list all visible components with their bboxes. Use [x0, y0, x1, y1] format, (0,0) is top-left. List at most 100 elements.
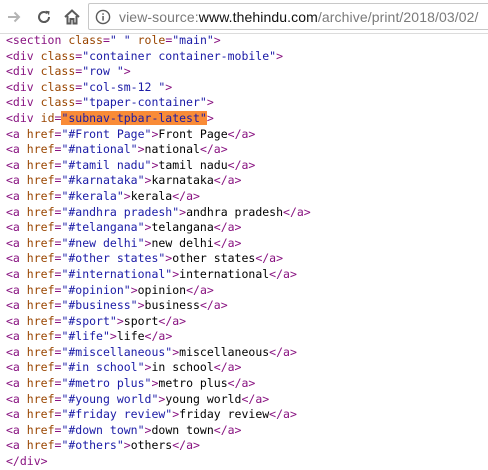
attribute-value: "main": [172, 33, 214, 47]
source-line-link: <a href="#young world">young world</a>: [6, 391, 270, 406]
source-line: <div class="container container-mobile">: [6, 48, 284, 63]
link-text: Front Page: [158, 126, 228, 141]
attribute-value: " ": [109, 33, 131, 47]
source-line-link: <a href="#sport">sport</a>: [6, 313, 187, 328]
closing-tag: </div>: [6, 454, 48, 469]
source-line: </div>: [6, 454, 488, 470]
tag-name: <div: [6, 64, 34, 79]
attribute-value: "tpaper-container": [82, 95, 207, 110]
source-line: <div class="col-sm-12 ">: [6, 79, 173, 94]
href-value: "#opinion": [61, 282, 131, 297]
link-text: telangana: [151, 220, 214, 235]
link-text: friday review: [179, 407, 270, 422]
link-text: life: [116, 329, 145, 344]
source-line-link: <a href="#metro plus">metro plus</a>: [6, 376, 256, 391]
href-value: "#karnataka": [61, 173, 145, 188]
attribute-name: id: [40, 110, 55, 125]
link-text: in school: [151, 360, 214, 375]
source-line-link: <a href="#Front Page">Front Page</a>: [6, 126, 256, 141]
source-line: <div class="tpaper-container">: [6, 95, 214, 110]
source-line-link: <a href="#national">national</a>: [6, 142, 228, 157]
href-value: "#life": [61, 329, 110, 344]
source-line-link: <a href="#others">others</a>: [6, 438, 200, 453]
link-text: international: [179, 266, 270, 281]
href-value: "#telangana": [61, 220, 145, 235]
url-scheme: view-source:: [119, 8, 199, 25]
source-line-link: <a href="#telangana">telangana</a>: [6, 220, 242, 235]
tag-name: <div: [6, 48, 34, 63]
source-line-link: <a href="#down town">down town</a>: [6, 422, 242, 437]
href-value: "#young world": [61, 391, 159, 406]
href-value: "#in school": [61, 360, 145, 375]
link-text: national: [144, 142, 200, 157]
href-value: "#down town": [61, 422, 145, 437]
href-value: "#international": [61, 266, 173, 281]
source-line-link: <a href="#miscellaneous">miscellaneous</…: [6, 344, 297, 359]
href-value: "#Front Page": [61, 126, 152, 141]
url-text: view-source:www.thehindu.com/archive/pri…: [119, 9, 478, 25]
href-value: "#others": [61, 438, 124, 453]
source-line-link: <a href="#new delhi">new delhi</a>: [6, 235, 242, 250]
source-line-link: <a href="#opinion">opinion</a>: [6, 282, 214, 297]
attribute-value: "row ": [82, 64, 124, 79]
link-text: metro plus: [158, 376, 228, 391]
url-path: /archive/print/2018/03/02/: [317, 8, 479, 25]
source-line-link: <a href="#other states">other states</a>: [6, 251, 284, 266]
attribute-value: "container container-mobile": [82, 48, 277, 63]
source-line-link: <a href="#friday review">friday review</…: [6, 407, 297, 422]
href-value: "#kerala": [61, 188, 124, 203]
source-line-link: <a href="#in school">in school</a>: [6, 360, 242, 375]
href-value: "#tamil nadu": [61, 157, 152, 172]
reload-icon[interactable]: [33, 6, 55, 28]
link-text: miscellaneous: [179, 344, 270, 359]
href-value: "#sport": [61, 313, 117, 328]
href-value: "#andhra pradesh": [61, 204, 180, 219]
href-value: "#metro plus": [61, 376, 152, 391]
link-text: andhra pradesh: [186, 204, 284, 219]
link-text: business: [144, 298, 200, 313]
href-value: "#new delhi": [61, 235, 145, 250]
tag-name: <div: [6, 79, 34, 94]
href-value: "#other states": [61, 251, 166, 266]
source-line-link: <a href="#international">international</…: [6, 266, 297, 281]
tag-name: <div: [6, 95, 34, 110]
source-line-link: <a href="#business">business</a>: [6, 298, 228, 313]
source-line-link: <a href="#kerala">kerala</a>: [6, 188, 200, 203]
source-code-view: <section class=" " role="main"> <div clas…: [6, 33, 488, 470]
attribute-name: class: [40, 64, 76, 79]
attribute-name: role: [137, 33, 166, 47]
source-line: <div class="row ">: [6, 64, 131, 79]
source-line: <section class=" " role="main">: [6, 33, 221, 47]
link-text: down town: [151, 422, 214, 437]
attribute-name: class: [40, 79, 76, 94]
link-text: kerala: [130, 188, 173, 203]
link-text: sport: [123, 313, 159, 328]
attribute-value: "col-sm-12 ": [82, 79, 166, 94]
link-text: tamil nadu: [158, 157, 228, 172]
search-highlight: "subnav-tpbar-latest": [61, 110, 207, 125]
tag-name: <section: [6, 33, 62, 47]
info-icon[interactable]: [95, 9, 111, 25]
browser-toolbar: view-source:www.thehindu.com/archive/pri…: [0, 0, 488, 34]
source-line-link: <a href="#karnataka">karnataka</a>: [6, 173, 242, 188]
href-value: "#national": [61, 142, 138, 157]
link-text: others: [130, 438, 173, 453]
link-text: karnataka: [151, 173, 214, 188]
source-line-link: <a href="#life">life</a>: [6, 329, 173, 344]
forward-arrow-icon[interactable]: [3, 6, 25, 28]
href-value: "#friday review": [61, 407, 173, 422]
url-host: www.thehindu.com: [198, 8, 318, 25]
link-text: opinion: [137, 282, 187, 297]
source-line-link: <a href="#tamil nadu">tamil nadu</a>: [6, 157, 256, 172]
link-text: other states: [172, 251, 256, 266]
source-line-link: <a href="#andhra pradesh">andhra pradesh…: [6, 204, 311, 219]
address-bar[interactable]: view-source:www.thehindu.com/archive/pri…: [88, 3, 488, 30]
link-text: young world: [165, 391, 242, 406]
attribute-name: class: [40, 95, 76, 110]
source-line: <div id="subnav-tpbar-latest">: [6, 110, 214, 125]
href-value: "#business": [61, 298, 138, 313]
href-value: "#miscellaneous": [61, 344, 173, 359]
home-icon[interactable]: [61, 6, 83, 28]
attribute-name: class: [40, 48, 76, 63]
attribute-name: class: [68, 33, 103, 47]
